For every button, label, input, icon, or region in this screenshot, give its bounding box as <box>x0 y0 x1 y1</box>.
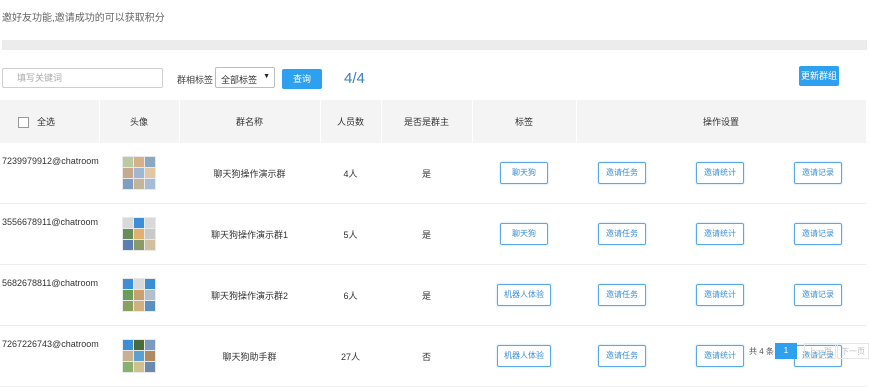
group-name: 聊天狗操作演示群1 <box>179 203 320 265</box>
divider-bar <box>2 40 867 50</box>
tag-button[interactable]: 聊天狗 <box>500 223 548 245</box>
ops-cell: 邀请任务 邀请统计 邀请记录 <box>576 143 866 204</box>
refresh-groups-button[interactable]: 更新群组 <box>799 66 839 86</box>
member-count: 6人 <box>320 264 381 326</box>
tag-cell: 聊天狗 <box>472 203 576 265</box>
invite-records-button[interactable]: 邀请记录 <box>794 284 842 306</box>
group-name: 聊天狗操作演示群2 <box>179 264 320 326</box>
select-all-checkbox[interactable] <box>18 117 29 129</box>
page-1-button[interactable]: 1 <box>775 343 797 359</box>
tag-filter-select[interactable]: 全部标签 ▼ <box>215 67 275 88</box>
group-name: 聊天狗助手群 <box>179 325 320 387</box>
tag-cell: 机器人体验 <box>472 325 576 387</box>
is-owner: 是 <box>381 143 472 204</box>
invite-stats-button[interactable]: 邀请统计 <box>696 345 744 367</box>
invite-task-button[interactable]: 邀请任务 <box>598 223 646 245</box>
table-row: 3556678911@chatroom 聊天狗操作演示群1 5人是聊天狗 邀请任务 邀请… <box>0 203 866 265</box>
member-count: 4人 <box>320 143 381 204</box>
invite-stats-button[interactable]: 邀请统计 <box>696 284 744 306</box>
avatar-header: 头像 <box>99 100 180 143</box>
avatar-cell <box>99 264 179 326</box>
member-count: 5人 <box>320 203 381 265</box>
query-button[interactable]: 查询 <box>282 69 322 89</box>
notice-text: 邀好友功能,邀请成功的可以获取积分 <box>2 13 165 24</box>
avatar-cell <box>99 325 179 387</box>
group-id: 5682678811@chatroom <box>0 264 99 326</box>
is-owner: 否 <box>381 325 472 387</box>
invite-task-button[interactable]: 邀请任务 <box>598 345 646 367</box>
avatar <box>122 278 156 312</box>
tag-header: 标签 <box>472 100 577 143</box>
group-id: 7267226743@chatroom <box>0 325 99 387</box>
invite-stats-button[interactable]: 邀请统计 <box>696 162 744 184</box>
invite-task-button[interactable]: 邀请任务 <box>598 162 646 184</box>
search-input[interactable] <box>2 68 163 88</box>
ops-cell: 邀请任务 邀请统计 邀请记录 <box>576 203 866 265</box>
table-row: 5682678811@chatroom 聊天狗操作演示群2 6人是 机器人体验 邀请任务… <box>0 264 866 326</box>
group-id: 7239979912@chatroom <box>0 143 99 204</box>
avatar <box>122 217 156 251</box>
is-owner: 是 <box>381 203 472 265</box>
group-name-header: 群名称 <box>179 100 321 143</box>
tag-button[interactable]: 聊天狗 <box>500 162 548 184</box>
table-row: 7267226743@chatroom 聊天狗助手群 27人否 机器人体验 邀请任务 邀请… <box>0 325 866 387</box>
members-header: 人员数 <box>320 100 382 143</box>
tag-cell: 聊天狗 <box>472 143 576 204</box>
prev-page-button[interactable]: 上一页 <box>804 343 836 359</box>
invite-records-button[interactable]: 邀请记录 <box>794 223 842 245</box>
invite-records-button[interactable]: 邀请记录 <box>794 162 842 184</box>
avatar <box>122 156 156 190</box>
tag-cell: 机器人体验 <box>472 264 576 326</box>
groups-table: 全选 头像 群名称 人员数 是否是群主 标签 操作设置 7239979912@c… <box>0 100 867 387</box>
is-owner: 是 <box>381 264 472 326</box>
next-page-button[interactable]: 下一页 <box>837 343 869 359</box>
table-row: 7239979912@chatroom 聊天狗操作演示群 4人是 聊天狗 邀请任务 邀请统… <box>0 143 866 204</box>
group-name: 聊天狗操作演示群 <box>179 143 320 204</box>
tag-button[interactable]: 机器人体验 <box>497 345 551 367</box>
avatar-cell <box>99 143 179 204</box>
chevron-down-icon: ▼ <box>263 73 270 80</box>
tag-button[interactable]: 机器人体验 <box>497 284 551 306</box>
pagination-total: 共 4 条 <box>749 347 774 356</box>
member-count: 27人 <box>320 325 381 387</box>
is-owner-header: 是否是群主 <box>381 100 473 143</box>
avatar <box>122 339 156 373</box>
ops-header: 操作设置 <box>576 100 867 143</box>
avatar-cell <box>99 203 179 265</box>
invite-stats-button[interactable]: 邀请统计 <box>696 223 744 245</box>
select-all-header[interactable]: 全选 <box>0 100 100 143</box>
select-all-label: 全选 <box>37 116 56 127</box>
group-id: 3556678911@chatroom <box>0 203 99 265</box>
table-header-row: 全选 头像 群名称 人员数 是否是群主 标签 操作设置 <box>0 100 867 143</box>
tag-filter-label: 群相标签 <box>177 75 214 85</box>
tag-filter-value: 全部标签 <box>221 75 258 85</box>
ops-cell: 邀请任务 邀请统计 邀请记录 <box>576 264 866 326</box>
invite-task-button[interactable]: 邀请任务 <box>598 284 646 306</box>
group-count: 4/4 <box>344 70 365 87</box>
